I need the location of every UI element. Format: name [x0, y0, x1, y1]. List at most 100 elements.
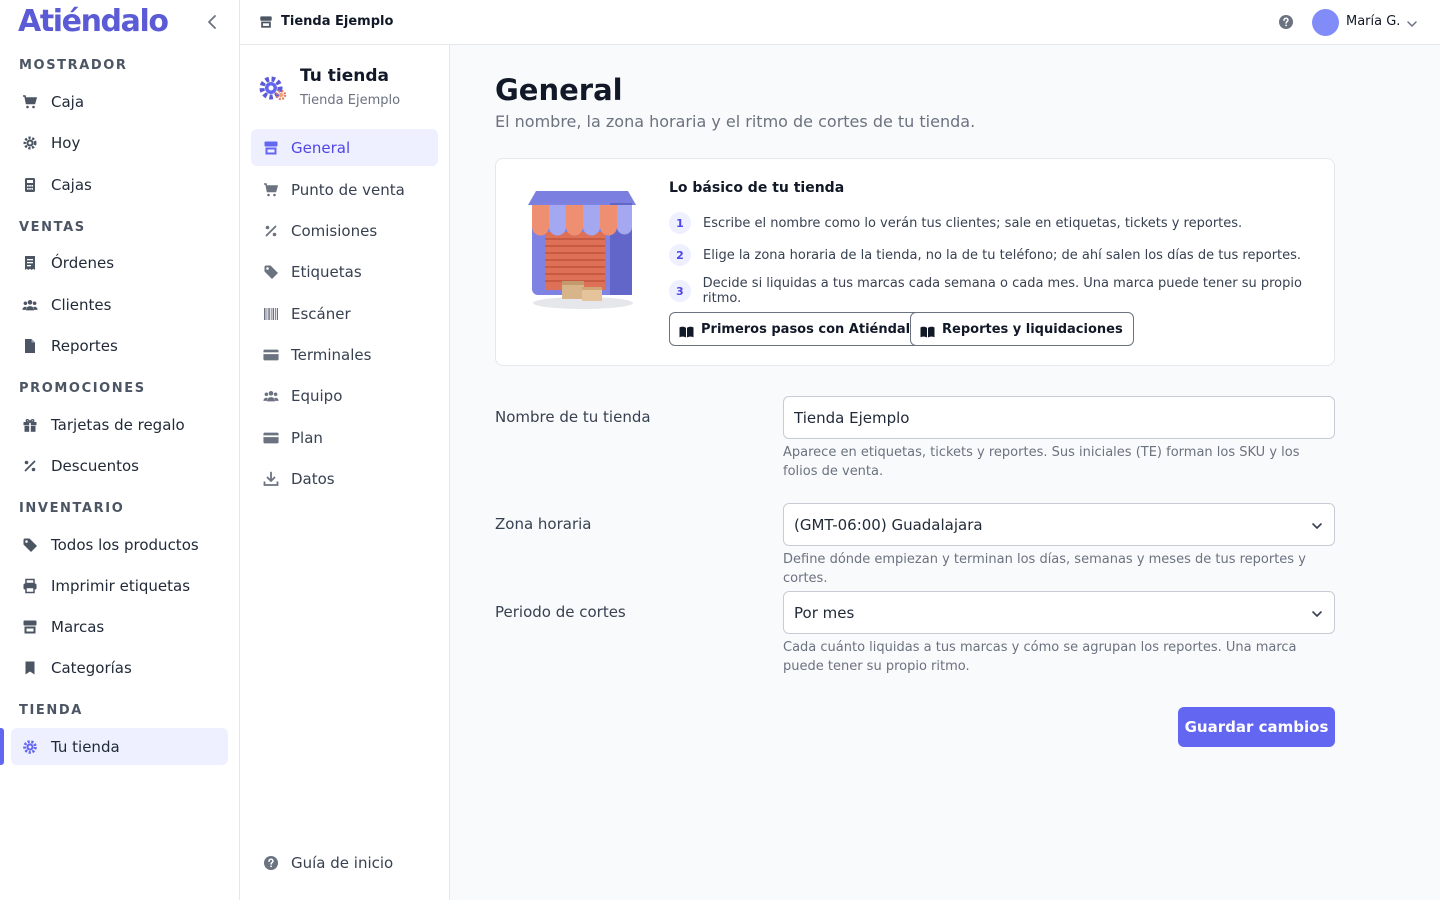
timezone-value: (GMT-06:00) Guadalajara: [794, 515, 983, 534]
subnav-item-label: Plan: [291, 428, 323, 447]
store-icon: [22, 619, 38, 635]
period-label: Periodo de cortes: [495, 603, 626, 621]
chevron-down-icon[interactable]: [1405, 16, 1419, 30]
book-icon: [679, 323, 694, 338]
book-icon: [920, 323, 935, 338]
nav-section-inventario: INVENTARIO: [19, 501, 125, 516]
step-number: 3: [669, 280, 691, 302]
tag-icon: [263, 264, 279, 280]
calculator-icon: [22, 177, 38, 193]
sidebar-item-categorias[interactable]: Categorías: [11, 649, 228, 686]
cart-icon: [263, 182, 279, 198]
sidebar-item-hoy[interactable]: Hoy: [11, 124, 228, 161]
sidebar-item-label: Clientes: [51, 295, 112, 314]
printer-icon: [22, 578, 38, 594]
download-icon: [263, 471, 279, 487]
sidebar-item-label: Caja: [51, 92, 85, 111]
sidebar-item-label: Descuentos: [51, 456, 139, 475]
receipt-icon: [22, 255, 38, 271]
subnav-item-plan[interactable]: Plan: [251, 419, 438, 456]
breadcrumb[interactable]: Tienda Ejemplo: [281, 14, 393, 29]
sidebar-item-clientes[interactable]: Clientes: [11, 286, 228, 323]
subnav-item-label: Punto de venta: [291, 180, 405, 199]
sidebar-item-label: Todos los productos: [51, 535, 199, 554]
period-select[interactable]: Por mes: [783, 591, 1335, 634]
subnav-item-label: Comisiones: [291, 221, 378, 240]
subnav-item-terminales[interactable]: Terminales: [251, 336, 438, 373]
nav-section-mostrador: MOSTRADOR: [19, 58, 128, 73]
sidebar-item-ordenes[interactable]: Órdenes: [11, 244, 228, 281]
subnav-item-guia-de-inicio[interactable]: Guía de inicio: [251, 844, 438, 881]
nav-section-tienda: TIENDA: [19, 703, 83, 718]
timezone-label: Zona horaria: [495, 515, 592, 533]
users-icon: [22, 297, 38, 313]
sidebar-item-label: Hoy: [51, 133, 81, 152]
percent-icon: [22, 458, 38, 474]
bookmark-icon: [22, 660, 38, 676]
timezone-help: Define dónde empiezan y terminan los día…: [783, 552, 1306, 586]
sidebar-item-tarjetas-de-regalo[interactable]: Tarjetas de regalo: [11, 406, 228, 443]
app-logo[interactable]: Atiéndalo: [18, 4, 169, 39]
subnav-item-label: Terminales: [291, 345, 372, 364]
store-name-label: Nombre de tu tienda: [495, 408, 651, 426]
subnav-subtitle: Tienda Ejemplo: [300, 93, 401, 108]
sidebar-item-caja[interactable]: Caja: [11, 83, 228, 120]
gift-icon: [22, 417, 38, 433]
step-item: 2 Elige la zona horaria de la tienda, no…: [669, 244, 1301, 266]
help-icon[interactable]: [1278, 14, 1294, 30]
sidebar-item-todos-los-productos[interactable]: Todos los productos: [11, 526, 228, 563]
gear-badge-icon: [22, 135, 38, 151]
sidebar-item-label: Imprimir etiquetas: [51, 576, 191, 595]
subnav-item-etiquetas[interactable]: Etiquetas: [251, 253, 438, 290]
page-title: General: [495, 73, 623, 107]
subnav-item-datos[interactable]: Datos: [251, 460, 438, 497]
subnav-item-label: Escáner: [291, 304, 351, 323]
collapse-sidebar-icon[interactable]: [202, 12, 222, 32]
main-content: General El nombre, la zona horaria y el …: [450, 45, 1440, 900]
button-label: Primeros pasos con Atiéndalo: [701, 321, 920, 337]
sidebar-item-label: Marcas: [51, 617, 105, 636]
sidebar-item-tu-tienda[interactable]: Tu tienda: [11, 728, 228, 765]
sidebar-item-marcas[interactable]: Marcas: [11, 608, 228, 645]
save-button[interactable]: Guardar cambios: [1178, 707, 1335, 747]
sidebar-item-label: Reportes: [51, 336, 118, 355]
step-text: Escribe el nombre como lo verán tus clie…: [703, 215, 1243, 231]
timezone-select[interactable]: (GMT-06:00) Guadalajara: [783, 503, 1335, 546]
user-menu-name[interactable]: María G.: [1346, 14, 1400, 29]
card-icon: [263, 430, 279, 446]
top-bar: Tienda Ejemplo María G.: [240, 0, 1440, 45]
subnav-item-label: Datos: [291, 469, 335, 488]
avatar[interactable]: [1312, 9, 1339, 36]
sidebar-item-label: Tu tienda: [51, 737, 120, 756]
active-indicator: [0, 728, 4, 765]
step-number: 1: [669, 212, 691, 234]
cart-icon: [22, 94, 38, 110]
subnav-title: Tu tienda: [300, 66, 389, 86]
step-text: Elige la zona horaria de la tienda, no l…: [703, 247, 1302, 263]
store-name-input[interactable]: [783, 396, 1335, 439]
subnav-item-comisiones[interactable]: Comisiones: [251, 212, 438, 249]
subnav-item-general[interactable]: General: [251, 129, 438, 166]
sidebar-item-imprimir-etiquetas[interactable]: Imprimir etiquetas: [11, 567, 228, 604]
period-help: Cada cuánto liquidas a tus marcas y cómo…: [783, 640, 1297, 674]
nav-section-ventas: VENTAS: [19, 220, 86, 235]
subnav-item-label: Equipo: [291, 386, 343, 405]
sidebar-item-descuentos[interactable]: Descuentos: [11, 447, 228, 484]
chevron-down-icon: [1310, 518, 1324, 532]
reports-guide-button[interactable]: Reportes y liquidaciones: [910, 312, 1134, 346]
users-icon: [263, 388, 279, 404]
chevron-down-icon: [1310, 606, 1324, 620]
first-steps-guide-button[interactable]: Primeros pasos con Atiéndalo: [669, 312, 931, 346]
store-settings-icon: [258, 73, 288, 103]
subnav-item-escaner[interactable]: Escáner: [251, 295, 438, 332]
subnav-item-label: Guía de inicio: [291, 853, 394, 872]
percent-icon: [263, 223, 279, 239]
sidebar-item-reportes[interactable]: Reportes: [11, 327, 228, 364]
basics-card: Lo básico de tu tienda 1 Escribe el nomb…: [495, 158, 1335, 366]
button-label: Reportes y liquidaciones: [942, 321, 1123, 337]
store-icon: [259, 14, 273, 28]
subnav-item-punto-de-venta[interactable]: Punto de venta: [251, 171, 438, 208]
subnav-item-equipo[interactable]: Equipo: [251, 377, 438, 414]
nav-section-promociones: PROMOCIONES: [19, 381, 146, 396]
sidebar-item-cajas[interactable]: Cajas: [11, 166, 228, 203]
